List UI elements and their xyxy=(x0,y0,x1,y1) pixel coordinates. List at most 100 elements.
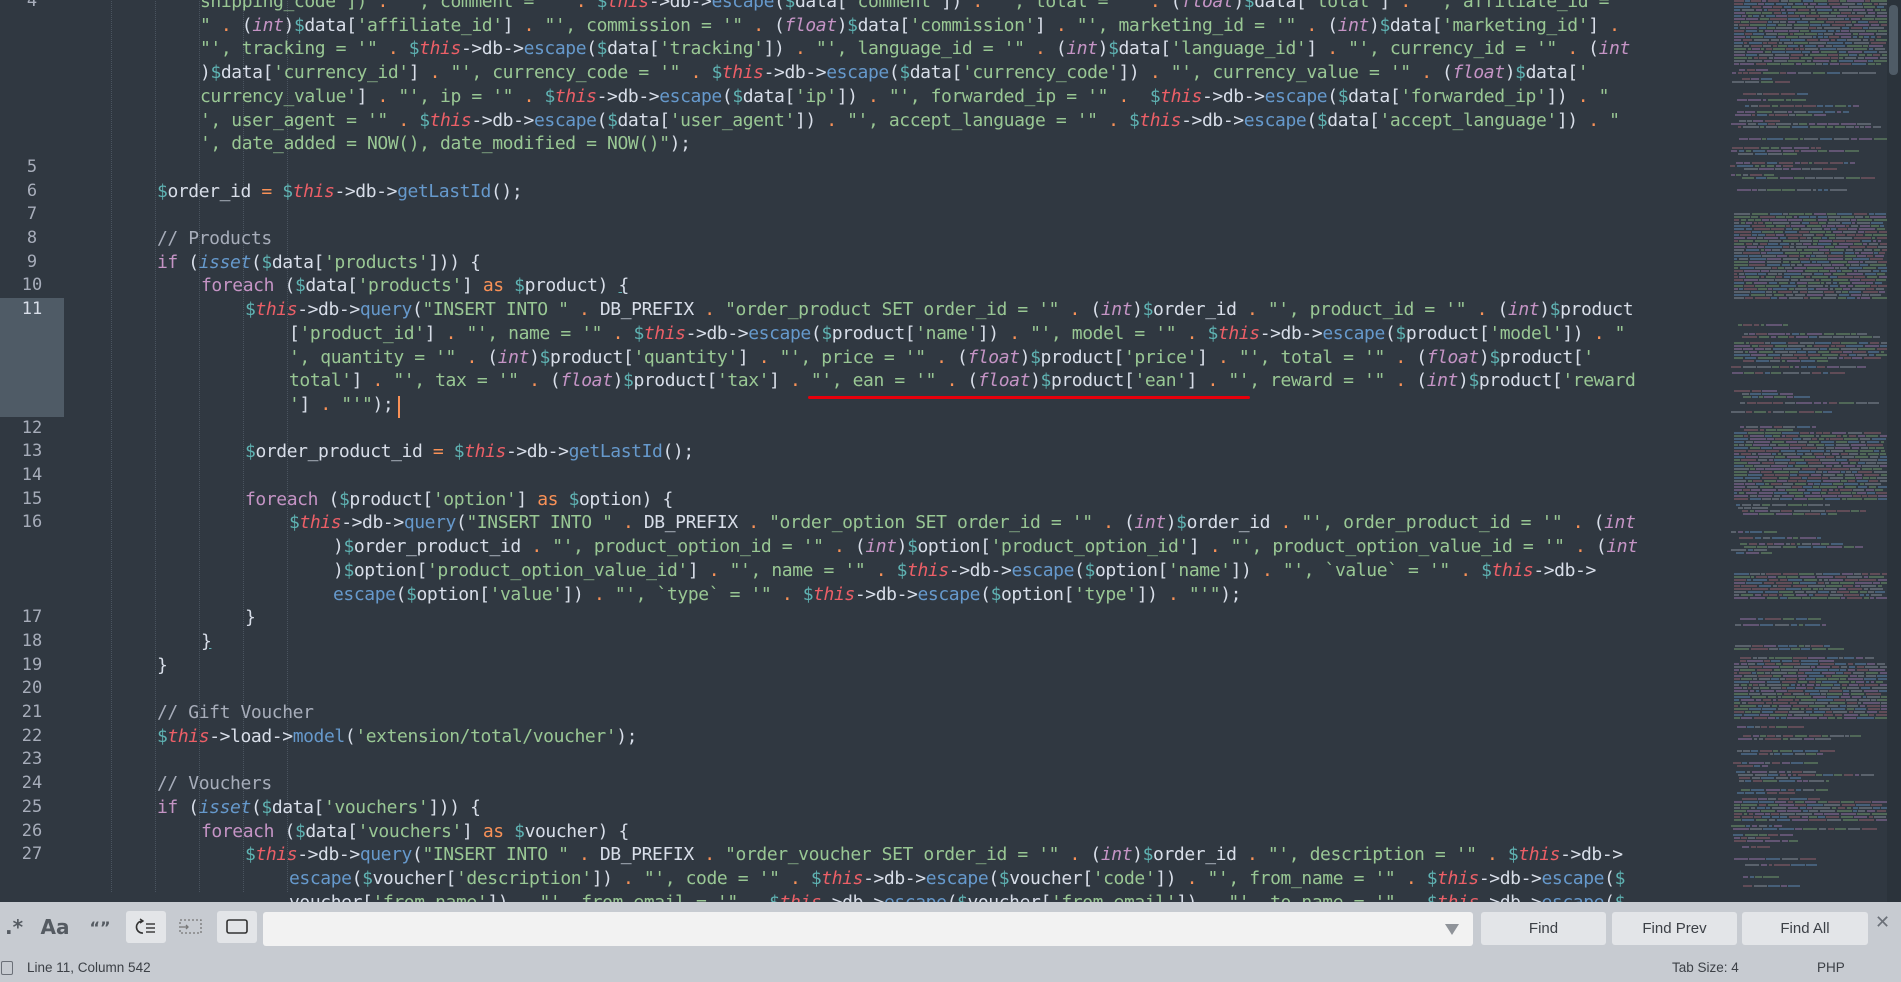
minimap-mark xyxy=(1797,774,1815,776)
code-line[interactable]: ', date_added = NOW(), date_modified = N… xyxy=(200,132,691,156)
code-line[interactable]: } xyxy=(245,606,256,630)
minimap-mark xyxy=(1749,690,1754,692)
minimap-mark xyxy=(1870,42,1886,44)
code-line[interactable]: total'] . "', tax = '" . (float)$product… xyxy=(289,369,1636,393)
minimap-mark xyxy=(1774,57,1789,59)
minimap-mark xyxy=(1732,81,1744,83)
close-find-icon[interactable]: ✕ xyxy=(1875,912,1890,933)
case-sensitive-toggle[interactable]: Aa xyxy=(40,911,70,943)
code-line[interactable]: )$order_product_id . "', product_option_… xyxy=(333,535,1638,559)
minimap-mark xyxy=(1818,828,1827,830)
code-editor[interactable]: 4 5 6 7 8 9 10 11 12 13 14 15 16 17 18 19 20 21 22 23 24 25 26… xyxy=(0,0,1901,902)
minimap-mark xyxy=(1825,675,1831,677)
minimap-mark xyxy=(1761,711,1773,713)
code-line[interactable]: if (isset($data['products'])) { xyxy=(157,251,481,275)
minimap-mark xyxy=(1790,444,1806,446)
minimap-mark xyxy=(1734,9,1740,11)
code-line[interactable]: // Vouchers xyxy=(157,772,272,796)
minimap-mark xyxy=(1793,537,1799,539)
history-dropdown-arrow-icon[interactable] xyxy=(1445,924,1459,935)
code-line[interactable]: if (isset($data['vouchers'])) { xyxy=(157,796,481,820)
code-line[interactable]: foreach ($data['products'] as $product) … xyxy=(201,274,629,298)
minimap-mark xyxy=(1768,864,1773,866)
find-button[interactable]: Find xyxy=(1481,912,1606,945)
minimap-mark xyxy=(1840,63,1851,65)
minimap-mark xyxy=(1768,243,1779,245)
minimap-mark xyxy=(1768,153,1782,155)
tab-size[interactable]: Tab Size: 4 xyxy=(1672,960,1739,975)
code-line[interactable]: } xyxy=(201,630,212,654)
minimap-mark xyxy=(1867,492,1875,494)
minimap-mark xyxy=(1750,393,1761,395)
code-line[interactable]: "', tracking = '" . $this->db->escape($d… xyxy=(200,37,1630,61)
minimap-mark xyxy=(1759,684,1766,686)
code-line[interactable]: shipping_code']) . "', comment = '" . $t… xyxy=(200,0,1630,14)
code-line[interactable]: currency_value'] . "', ip = '" . $this->… xyxy=(200,85,1609,109)
minimap-mark xyxy=(1847,576,1863,578)
minimap-mark xyxy=(1873,249,1881,251)
minimap-mark xyxy=(1825,45,1832,47)
minimap[interactable] xyxy=(1712,0,1896,902)
whole-word-toggle[interactable]: “” xyxy=(84,911,116,943)
vertical-scrollbar[interactable] xyxy=(1887,0,1901,902)
code-line[interactable]: ', user_agent = '" . $this->db->escape($… xyxy=(200,109,1620,133)
find-input[interactable] xyxy=(263,912,1473,946)
code-line[interactable]: ', quantity = '" . (int)$product['quanti… xyxy=(289,346,1594,370)
wrap-toggle[interactable] xyxy=(126,911,166,943)
minimap-mark xyxy=(1817,582,1824,584)
minimap-mark xyxy=(1830,735,1844,737)
minimap-mark xyxy=(1742,15,1747,17)
minimap-mark xyxy=(1786,51,1801,53)
minimap-mark xyxy=(1811,510,1825,512)
minimap-mark xyxy=(1749,510,1754,512)
code-line[interactable]: voucher['from_name']) . "', from_email =… xyxy=(289,891,1625,902)
regex-toggle[interactable]: .* xyxy=(0,911,28,943)
highlight-matches-toggle[interactable] xyxy=(217,911,257,943)
minimap-mark xyxy=(1750,681,1766,683)
code-line[interactable]: '] . "'"); xyxy=(289,393,394,417)
in-selection-toggle[interactable] xyxy=(176,911,206,943)
code-line[interactable]: escape($option['value']) . "', `type` = … xyxy=(333,583,1241,607)
code-line[interactable]: ['product_id'] . "', name = '" . $this->… xyxy=(289,322,1625,346)
code-line[interactable]: } xyxy=(157,654,168,678)
scrollbar-thumb[interactable] xyxy=(1889,5,1898,75)
minimap-mark xyxy=(1734,0,1744,2)
code-line[interactable]: $order_product_id = $this->db->getLastId… xyxy=(245,440,694,464)
find-all-button[interactable]: Find All xyxy=(1742,912,1868,945)
minimap-mark xyxy=(1800,372,1811,374)
code-line[interactable]: foreach ($data['vouchers'] as $voucher) … xyxy=(201,820,629,844)
code-line[interactable]: // Products xyxy=(157,227,272,251)
minimap-mark xyxy=(1866,435,1879,437)
minimap-mark xyxy=(1731,411,1745,413)
minimap-mark xyxy=(1772,411,1784,413)
minimap-mark xyxy=(1870,216,1886,218)
minimap-mark xyxy=(1742,336,1758,338)
code-line[interactable]: foreach ($product['option'] as $option) … xyxy=(245,488,673,512)
minimap-mark xyxy=(1826,657,1838,659)
minimap-mark xyxy=(1849,162,1856,164)
code-line[interactable]: // Gift Voucher xyxy=(157,701,314,725)
code-line[interactable]: $order_id = $this->db->getLastId(); xyxy=(157,180,523,204)
minimap-mark xyxy=(1790,246,1795,248)
code-line[interactable]: $this->db->query("INSERT INTO " . DB_PRE… xyxy=(289,511,1636,535)
code-line[interactable]: $this->load->model('extension/total/vouc… xyxy=(157,725,638,749)
minimap-mark xyxy=(1772,249,1781,251)
code-line[interactable]: )$data['currency_id'] . "', currency_cod… xyxy=(200,61,1589,85)
panel-toggle-icon[interactable] xyxy=(1,961,13,975)
minimap-mark xyxy=(1776,810,1786,812)
minimap-mark xyxy=(1787,717,1802,719)
minimap-mark xyxy=(1847,687,1860,689)
minimap-mark xyxy=(1844,255,1856,257)
code-line[interactable]: $this->db->query("INSERT INTO " . DB_PRE… xyxy=(245,843,1623,867)
code-line[interactable]: escape($voucher['description']) . "', co… xyxy=(289,867,1625,891)
minimap-mark xyxy=(1752,504,1761,506)
code-line[interactable]: )$option['product_option_value_id'] . "'… xyxy=(333,559,1596,583)
minimap-mark xyxy=(1768,459,1773,461)
minimap-mark xyxy=(1858,702,1862,704)
code-line[interactable]: " . (int)$data['affiliate_id'] . "', com… xyxy=(200,14,1620,38)
find-prev-button[interactable]: Find Prev xyxy=(1612,912,1737,945)
minimap-mark xyxy=(1782,372,1800,374)
minimap-mark xyxy=(1815,573,1822,575)
syntax-mode[interactable]: PHP xyxy=(1817,960,1845,975)
code-line[interactable]: $this->db->query("INSERT INTO " . DB_PRE… xyxy=(245,298,1634,322)
